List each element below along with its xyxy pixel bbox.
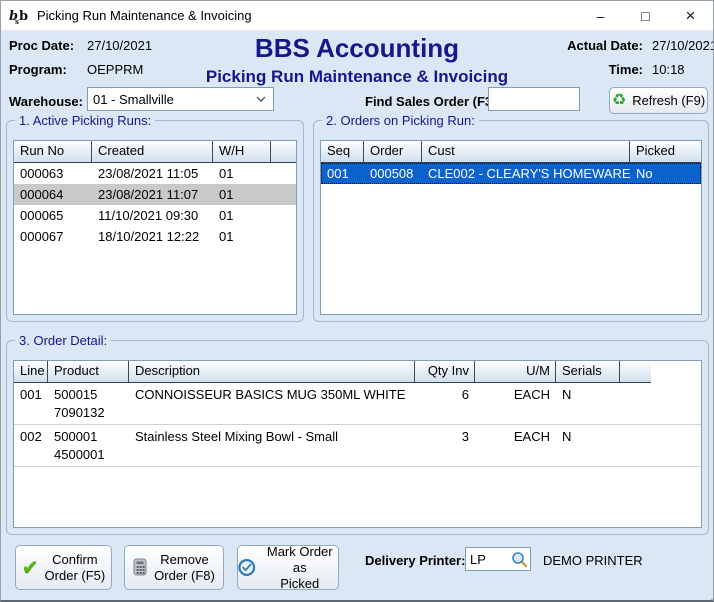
active-picking-runs-group: 1. Active Picking Runs: Run No Created W… (6, 113, 304, 322)
column-header-serials: Serials (556, 361, 620, 382)
order-detail-header: Line Product Description Qty Inv U/M Ser… (14, 361, 651, 383)
column-header-created: Created (92, 141, 213, 162)
delivery-printer-input[interactable] (466, 548, 506, 570)
window-controls: – □ × (578, 1, 713, 30)
app-logo-icon: b s b (8, 7, 30, 25)
column-header-picked: Picked (630, 141, 701, 162)
mark-picked-label-line2: Picked (280, 576, 319, 591)
calculator-icon (133, 558, 148, 577)
picking-run-row[interactable]: 000063 23/08/2021 11:05 01 (14, 163, 296, 184)
picking-run-row[interactable]: 000064 23/08/2021 11:07 01 (14, 184, 296, 205)
remove-order-label-line1: Remove (160, 552, 208, 567)
column-header-run-no: Run No (14, 141, 92, 162)
orders-on-picking-run-group: 2. Orders on Picking Run: Seq Order Cust… (313, 113, 709, 322)
delivery-printer-label: Delivery Printer: (365, 553, 465, 568)
column-header-line: Line (14, 361, 48, 382)
header-right: Actual Date: 27/10/2021 Time: 10:18 (557, 38, 707, 86)
order-detail-group: 3. Order Detail: Line Product Descriptio… (6, 333, 709, 535)
actual-date-label: Actual Date: (557, 38, 643, 53)
warehouse-label: Warehouse: (9, 94, 83, 109)
column-header-order: Order (364, 141, 422, 162)
column-header-cust: Cust (422, 141, 630, 162)
resize-grip[interactable] (707, 595, 710, 598)
find-sales-order-label: Find Sales Order (F3): (365, 94, 501, 109)
orders-on-picking-run-title: 2. Orders on Picking Run: (322, 113, 479, 128)
orders-header: Seq Order Cust Picked (321, 141, 701, 163)
warehouse-selected-value: 01 - Smallville (88, 92, 256, 107)
active-picking-runs-title: 1. Active Picking Runs: (15, 113, 155, 128)
orders-table: Seq Order Cust Picked 001 000508 CLE002 … (320, 140, 702, 315)
column-header-wh: W/H (213, 141, 271, 162)
refresh-button[interactable]: ♻ Refresh (F9) (609, 87, 708, 114)
column-header-filler (271, 141, 296, 162)
delivery-printer-field (465, 547, 531, 571)
app-body: Proc Date: 27/10/2021 Program: OEPPRM BB… (1, 31, 713, 600)
order-detail-table: Line Product Description Qty Inv U/M Ser… (13, 360, 702, 528)
warehouse-select[interactable]: 01 - Smallville (87, 87, 274, 111)
minimize-button[interactable]: – (578, 1, 623, 30)
column-header-seq: Seq (321, 141, 364, 162)
program-label: Program: (9, 62, 81, 77)
title-bar: b s b Picking Run Maintenance & Invoicin… (1, 1, 713, 31)
confirm-order-button[interactable]: ✔ Confirm Order (F5) (15, 545, 112, 590)
column-header-qty-inv: Qty Inv (415, 361, 475, 382)
proc-date-label: Proc Date: (9, 38, 81, 53)
column-header-um: U/M (475, 361, 556, 382)
picking-runs-header: Run No Created W/H (14, 141, 296, 163)
actual-date-value: 27/10/2021 (643, 38, 707, 53)
order-detail-row[interactable]: 002 5000014500001 Stainless Steel Mixing… (14, 425, 701, 467)
remove-order-label-line2: Order (F8) (154, 568, 215, 583)
app-window: b s b Picking Run Maintenance & Invoicin… (0, 0, 714, 602)
svg-text:b: b (19, 9, 28, 24)
confirm-order-label-line2: Order (F5) (45, 568, 106, 583)
refresh-button-label: Refresh (F9) (632, 93, 705, 108)
delivery-printer-name: DEMO PRINTER (543, 553, 643, 568)
column-header-product: Product (48, 361, 129, 382)
time-value: 10:18 (643, 62, 707, 77)
column-header-filler (620, 361, 651, 382)
order-detail-title: 3. Order Detail: (15, 333, 111, 348)
circle-check-icon (238, 558, 256, 577)
mark-picked-label-line1: Mark Order as (267, 544, 333, 575)
check-icon: ✔ (22, 558, 39, 578)
close-button[interactable]: × (668, 1, 713, 30)
header-center: BBS Accounting Picking Run Maintenance &… (121, 34, 593, 87)
mark-order-picked-button[interactable]: Mark Order as Picked (237, 545, 339, 590)
window-title: Picking Run Maintenance & Invoicing (37, 8, 578, 23)
picking-run-row[interactable]: 000065 11/10/2021 09:30 01 (14, 205, 296, 226)
remove-order-button[interactable]: Remove Order (F8) (124, 545, 224, 590)
page-title: Picking Run Maintenance & Invoicing (121, 66, 593, 87)
maximize-button[interactable]: □ (623, 1, 668, 30)
time-label: Time: (557, 62, 643, 77)
picking-run-row[interactable]: 000067 18/10/2021 12:22 01 (14, 226, 296, 247)
magnifier-icon[interactable] (511, 551, 528, 568)
chevron-down-icon (256, 96, 266, 102)
column-header-description: Description (129, 361, 415, 382)
order-detail-row[interactable]: 001 5000157090132 CONNOISSEUR BASICS MUG… (14, 383, 701, 425)
app-title: BBS Accounting (121, 34, 593, 63)
find-sales-order-input[interactable] (488, 87, 580, 111)
order-row[interactable]: 001 000508 CLE002 - CLEARY'S HOMEWARES..… (321, 163, 701, 184)
confirm-order-label-line1: Confirm (52, 552, 98, 567)
picking-runs-table: Run No Created W/H 000063 23/08/2021 11:… (13, 140, 297, 315)
recycle-icon: ♻ (612, 93, 626, 109)
